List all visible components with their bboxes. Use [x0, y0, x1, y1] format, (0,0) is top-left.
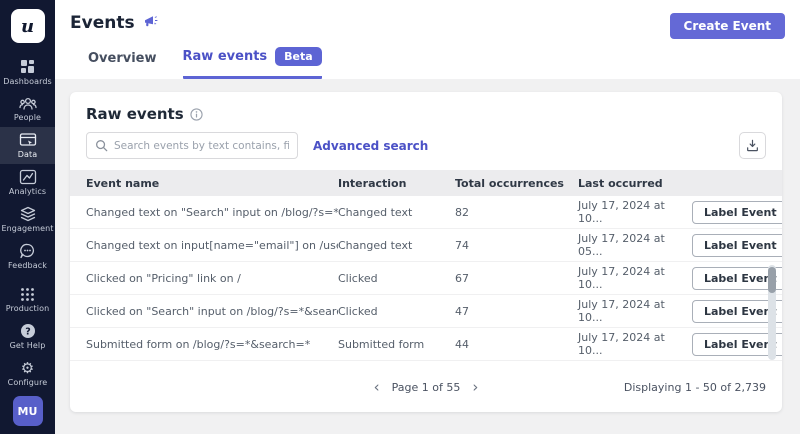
column-header-interaction: Interaction — [338, 177, 455, 190]
table-row[interactable]: Clicked on "Search" input on /blog/?s=*&… — [70, 295, 782, 328]
occurrences-cell: 82 — [455, 206, 578, 219]
user-avatar[interactable]: MU — [13, 396, 43, 426]
last-occurred-cell: July 17, 2024 at 05... — [578, 232, 692, 258]
sidebar-item-label: Get Help — [10, 341, 46, 350]
occurrences-cell: 74 — [455, 239, 578, 252]
panel-title: Raw events — [86, 105, 184, 123]
chevron-right-icon[interactable]: › — [470, 380, 480, 395]
create-event-button[interactable]: Create Event — [670, 13, 785, 39]
interaction-cell: Submitted form — [338, 338, 455, 351]
sidebar-item-get-help[interactable]: ? Get Help — [0, 318, 55, 355]
analytics-icon — [19, 169, 37, 185]
sidebar-item-label: People — [14, 113, 41, 122]
table-scrollbar[interactable] — [768, 265, 776, 360]
sidebar-item-dashboards[interactable]: Dashboards — [0, 53, 55, 91]
label-event-button[interactable]: Label Event — [692, 234, 782, 257]
last-occurred-cell: July 17, 2024 at 10... — [578, 298, 692, 324]
search-box — [86, 132, 298, 159]
interaction-cell: Changed text — [338, 239, 455, 252]
displaying-count: Displaying 1 - 50 of 2,739 — [624, 381, 782, 394]
tab-raw-events[interactable]: Raw events Beta — [183, 47, 322, 79]
event-name-cell: Changed text on "Search" input on /blog/… — [86, 206, 338, 219]
sidebar-item-label: Configure — [8, 378, 48, 387]
table-row[interactable]: Clicked on "Pricing" link on / Clicked 6… — [70, 262, 782, 295]
sidebar-item-production[interactable]: Production — [0, 282, 55, 318]
column-header-event-name: Event name — [86, 177, 338, 190]
help-icon: ? — [20, 323, 36, 339]
tab-label: Overview — [88, 51, 157, 66]
column-header-last-occurred: Last occurred — [578, 177, 692, 190]
download-button[interactable] — [739, 132, 766, 159]
info-icon[interactable] — [190, 108, 203, 121]
event-name-cell: Changed text on input[name="email"] on /… — [86, 239, 338, 252]
advanced-search-link[interactable]: Advanced search — [313, 139, 428, 153]
userpilot-logo[interactable]: u — [11, 9, 45, 43]
feedback-icon — [19, 243, 36, 259]
logo-container: u — [0, 0, 55, 53]
svg-text:?: ? — [25, 326, 31, 337]
sidebar-item-engagement[interactable]: Engagement — [0, 201, 55, 238]
occurrences-cell: 67 — [455, 272, 578, 285]
last-occurred-cell: July 17, 2024 at 10... — [578, 331, 692, 357]
event-name-cell: Clicked on "Search" input on /blog/?s=*&… — [86, 305, 338, 318]
tab-overview[interactable]: Overview — [88, 51, 157, 79]
last-occurred-cell: July 17, 2024 at 10... — [578, 199, 692, 225]
avatar-container: MU — [0, 392, 55, 434]
occurrences-cell: 44 — [455, 338, 578, 351]
interaction-cell: Changed text — [338, 206, 455, 219]
app-window: u Dashboards People Data Analytics — [0, 0, 800, 434]
sidebar-item-label: Dashboards — [3, 77, 52, 86]
sidebar-spacer — [0, 275, 55, 282]
table-row[interactable]: Submitted form on /blog/?s=*&search=* Su… — [70, 328, 782, 361]
sidebar-item-label: Analytics — [9, 187, 46, 196]
tab-bar: Overview Raw events Beta — [70, 33, 784, 79]
table-row[interactable]: Changed text on "Search" input on /blog/… — [70, 196, 782, 229]
sidebar-item-label: Production — [6, 304, 50, 313]
scrollbar-thumb[interactable] — [768, 267, 776, 293]
sidebar-item-feedback[interactable]: Feedback — [0, 238, 55, 275]
table-row[interactable]: Changed text on input[name="email"] on /… — [70, 229, 782, 262]
table-toolbar: Advanced search — [70, 123, 782, 159]
megaphone-icon — [143, 14, 160, 33]
events-table: Event name Interaction Total occurrences… — [70, 170, 782, 361]
engagement-icon — [19, 206, 37, 222]
raw-events-panel: Raw events Advanced search — [70, 92, 782, 412]
column-header-total-occurrences: Total occurrences — [455, 177, 578, 190]
dashboards-icon — [19, 58, 36, 75]
table-header-row: Event name Interaction Total occurrences… — [70, 170, 782, 196]
chevron-left-icon[interactable]: ‹ — [372, 380, 382, 395]
page-indicator: Page 1 of 55 — [392, 381, 461, 394]
sidebar-item-people[interactable]: People — [0, 91, 55, 127]
beta-badge: Beta — [275, 47, 322, 66]
interaction-cell: Clicked — [338, 305, 455, 318]
sidebar-item-analytics[interactable]: Analytics — [0, 164, 55, 201]
gear-icon: ⚙ — [21, 360, 34, 376]
content-area: Raw events Advanced search — [55, 79, 800, 434]
event-name-cell: Submitted form on /blog/?s=*&search=* — [86, 338, 338, 351]
people-icon — [19, 96, 37, 111]
page-header: Events Create Event Overview Raw events … — [55, 0, 800, 79]
data-icon — [19, 132, 37, 148]
table-footer: ‹ Page 1 of 55 › Displaying 1 - 50 of 2,… — [70, 363, 782, 412]
label-event-button[interactable]: Label Event — [692, 201, 782, 224]
main-area: Events Create Event Overview Raw events … — [55, 0, 800, 434]
occurrences-cell: 47 — [455, 305, 578, 318]
sidebar: u Dashboards People Data Analytics — [0, 0, 55, 434]
tab-label: Raw events — [183, 49, 268, 64]
sidebar-item-label: Engagement — [1, 224, 53, 233]
page-title: Events — [70, 13, 135, 33]
event-name-cell: Clicked on "Pricing" link on / — [86, 272, 338, 285]
sidebar-item-configure[interactable]: ⚙ Configure — [0, 355, 55, 392]
sidebar-item-label: Data — [18, 150, 38, 159]
interaction-cell: Clicked — [338, 272, 455, 285]
production-icon — [20, 287, 35, 302]
pagination: ‹ Page 1 of 55 › — [372, 380, 481, 395]
last-occurred-cell: July 17, 2024 at 10... — [578, 265, 692, 291]
search-icon — [95, 139, 108, 152]
search-input[interactable] — [114, 140, 289, 152]
sidebar-item-data[interactable]: Data — [0, 127, 55, 164]
sidebar-item-label: Feedback — [8, 261, 47, 270]
